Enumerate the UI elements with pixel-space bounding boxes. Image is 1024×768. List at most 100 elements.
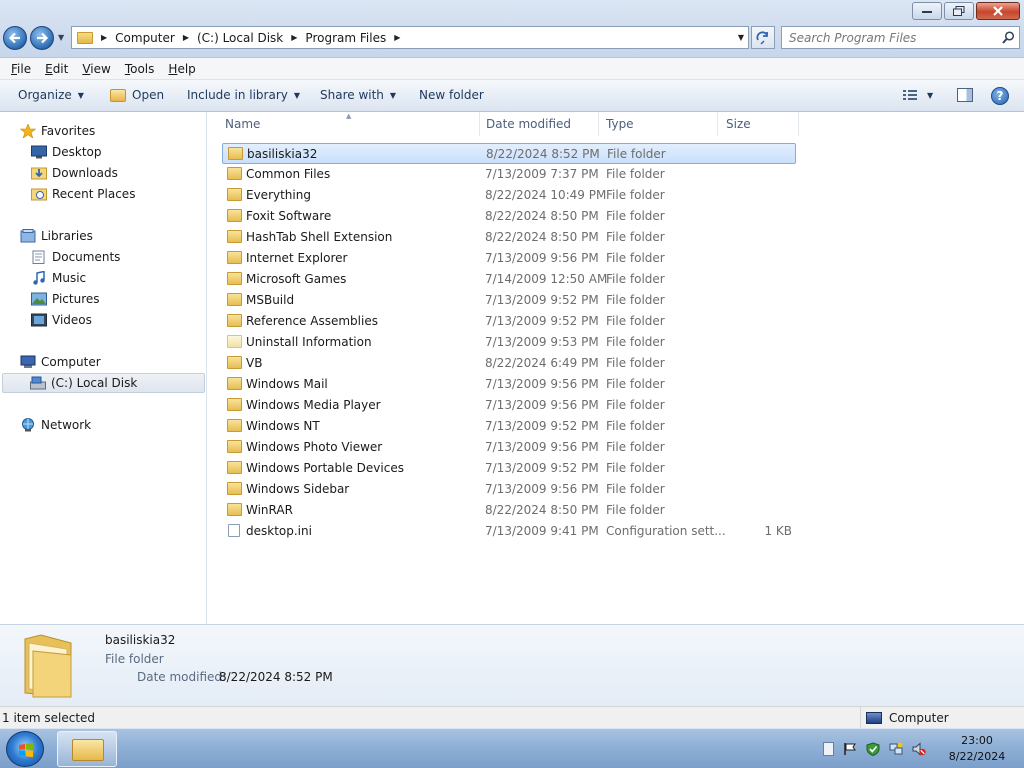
folder-icon xyxy=(227,209,242,222)
file-type: File folder xyxy=(606,335,665,349)
file-type: File folder xyxy=(606,398,665,412)
nav-favorites[interactable]: Favorites xyxy=(20,121,95,141)
nav-music[interactable]: Music xyxy=(31,268,86,288)
file-row[interactable]: Windows Portable Devices 7/13/2009 9:52 P… xyxy=(222,458,796,479)
taskbar-explorer-button[interactable] xyxy=(57,731,117,767)
minimize-button[interactable] xyxy=(912,2,942,20)
file-row[interactable]: Foxit Software 8/22/2024 8:50 PM File fold… xyxy=(222,206,796,227)
file-row[interactable]: desktop.ini 7/13/2009 9:41 PM Configuratio… xyxy=(222,521,796,542)
file-date-modified: 7/13/2009 9:56 PM xyxy=(485,440,599,454)
start-button[interactable] xyxy=(6,731,44,767)
flag-icon[interactable] xyxy=(843,742,857,756)
address-bar[interactable]: ▶ Computer ▶ (C:) Local Disk ▶ Program F… xyxy=(71,26,749,49)
back-arrow-icon xyxy=(8,32,20,44)
address-dropdown-icon[interactable]: ▼ xyxy=(738,33,744,42)
file-row[interactable]: VB 8/22/2024 6:49 PM File folder xyxy=(222,353,796,374)
nav-recent-places[interactable]: Recent Places xyxy=(31,184,135,204)
close-button[interactable] xyxy=(976,2,1020,20)
folder-icon xyxy=(227,293,242,306)
restore-button[interactable] xyxy=(944,2,974,20)
chevron-right-icon[interactable]: ▶ xyxy=(394,33,400,42)
nav-local-disk[interactable]: (C:) Local Disk xyxy=(2,373,205,393)
file-row[interactable]: Reference Assemblies 7/13/2009 9:52 PM Fil… xyxy=(222,311,796,332)
details-file-type: File folder xyxy=(105,652,164,666)
column-header-type[interactable]: Type xyxy=(597,112,718,136)
file-row[interactable]: Internet Explorer 7/13/2009 9:56 PM File f… xyxy=(222,248,796,269)
folder-icon xyxy=(227,377,242,390)
file-type: File folder xyxy=(606,230,665,244)
clock[interactable]: 23:00 8/22/2024 xyxy=(942,733,1012,765)
file-row[interactable]: Uninstall Information 7/13/2009 9:53 PM Fi… xyxy=(222,332,796,353)
chevron-right-icon[interactable]: ▶ xyxy=(291,33,297,42)
file-name: Windows Photo Viewer xyxy=(246,440,383,454)
view-options-dropdown-icon[interactable]: ▼ xyxy=(927,91,933,100)
file-date-modified: 8/22/2024 8:52 PM xyxy=(486,147,600,161)
folder-icon xyxy=(77,31,93,44)
file-row[interactable]: Windows Media Player 7/13/2009 9:56 PM Fil… xyxy=(222,395,796,416)
open-folder-icon xyxy=(110,88,126,102)
nav-computer[interactable]: Computer xyxy=(20,352,101,372)
new-folder-button[interactable]: New folder xyxy=(419,88,484,102)
column-header-name[interactable]: Name xyxy=(216,112,480,136)
file-type: File folder xyxy=(606,482,665,496)
search-box[interactable] xyxy=(781,26,1020,49)
network-status-icon[interactable] xyxy=(889,742,903,756)
file-row[interactable]: Everything 8/22/2024 10:49 PM File folder xyxy=(222,185,796,206)
recent-pages-dropdown[interactable]: ▼ xyxy=(58,33,64,42)
file-type: File folder xyxy=(606,293,665,307)
nav-downloads[interactable]: Downloads xyxy=(31,163,118,183)
open-button[interactable]: Open xyxy=(110,88,164,102)
file-date-modified: 7/14/2009 12:50 AM xyxy=(485,272,608,286)
column-header-date[interactable]: Date modified xyxy=(477,112,599,136)
details-modified-label: Date modified: xyxy=(137,670,227,684)
nav-desktop[interactable]: Desktop xyxy=(31,142,102,162)
file-row[interactable]: Windows NT 7/13/2009 9:52 PM File folder xyxy=(222,416,796,437)
help-icon[interactable]: ? xyxy=(991,87,1009,105)
nav-documents[interactable]: Documents xyxy=(31,247,120,267)
breadcrumb-program-files[interactable]: Program Files xyxy=(305,31,386,45)
nav-network[interactable]: Network xyxy=(20,415,91,435)
file-type: File folder xyxy=(606,167,665,181)
back-button[interactable] xyxy=(3,26,27,50)
file-row[interactable]: Windows Mail 7/13/2009 9:56 PM File folder xyxy=(222,374,796,395)
menu-edit[interactable]: Edit xyxy=(45,62,68,76)
file-date-modified: 7/13/2009 9:56 PM xyxy=(485,377,599,391)
menu-help[interactable]: Help xyxy=(168,62,195,76)
file-name: Foxit Software xyxy=(246,209,332,223)
file-row[interactable]: MSBuild 7/13/2009 9:52 PM File folder xyxy=(222,290,796,311)
nav-videos[interactable]: Videos xyxy=(31,310,92,330)
search-icon[interactable] xyxy=(1002,31,1015,44)
menu-tools[interactable]: Tools xyxy=(125,62,155,76)
nav-libraries[interactable]: Libraries xyxy=(20,226,93,246)
file-row[interactable]: HashTab Shell Extension 8/22/2024 8:50 PM… xyxy=(222,227,796,248)
organize-button[interactable]: Organize ▼ xyxy=(18,88,84,102)
column-header-size[interactable]: Size xyxy=(717,112,799,136)
file-row[interactable]: Common Files 7/13/2009 7:37 PM File folder xyxy=(222,164,796,185)
menu-view[interactable]: View xyxy=(82,62,110,76)
forward-button[interactable] xyxy=(30,26,54,50)
share-with-button[interactable]: Share with ▼ xyxy=(320,88,396,102)
security-shield-icon[interactable] xyxy=(866,742,880,756)
file-row[interactable]: Windows Sidebar 7/13/2009 9:56 PM File fol… xyxy=(222,479,796,500)
preview-pane-icon[interactable] xyxy=(957,88,973,102)
file-row[interactable]: Microsoft Games 7/14/2009 12:50 AM File fo… xyxy=(222,269,796,290)
action-center-page-icon[interactable] xyxy=(823,742,834,756)
breadcrumb-computer[interactable]: Computer xyxy=(115,31,175,45)
change-view-icon[interactable] xyxy=(902,88,918,102)
volume-muted-icon[interactable] xyxy=(912,742,926,756)
menu-bar: File Edit View Tools Help xyxy=(0,58,1024,80)
file-row[interactable]: basiliskia32 8/22/2024 8:52 PM File folder xyxy=(222,143,796,164)
file-size: 1 KB xyxy=(764,524,792,538)
nav-pictures[interactable]: Pictures xyxy=(31,289,100,309)
desktop-icon xyxy=(31,145,47,159)
file-row[interactable]: Windows Photo Viewer 7/13/2009 9:56 PM Fil… xyxy=(222,437,796,458)
computer-icon xyxy=(20,355,36,368)
file-row[interactable]: WinRAR 8/22/2024 8:50 PM File folder xyxy=(222,500,796,521)
include-in-library-button[interactable]: Include in library ▼ xyxy=(187,88,300,102)
search-input[interactable] xyxy=(782,27,992,48)
breadcrumb-local-disk[interactable]: (C:) Local Disk xyxy=(197,31,283,45)
menu-file[interactable]: File xyxy=(11,62,31,76)
chevron-right-icon[interactable]: ▶ xyxy=(183,33,189,42)
chevron-right-icon[interactable]: ▶ xyxy=(101,33,107,42)
refresh-button[interactable] xyxy=(751,26,775,49)
